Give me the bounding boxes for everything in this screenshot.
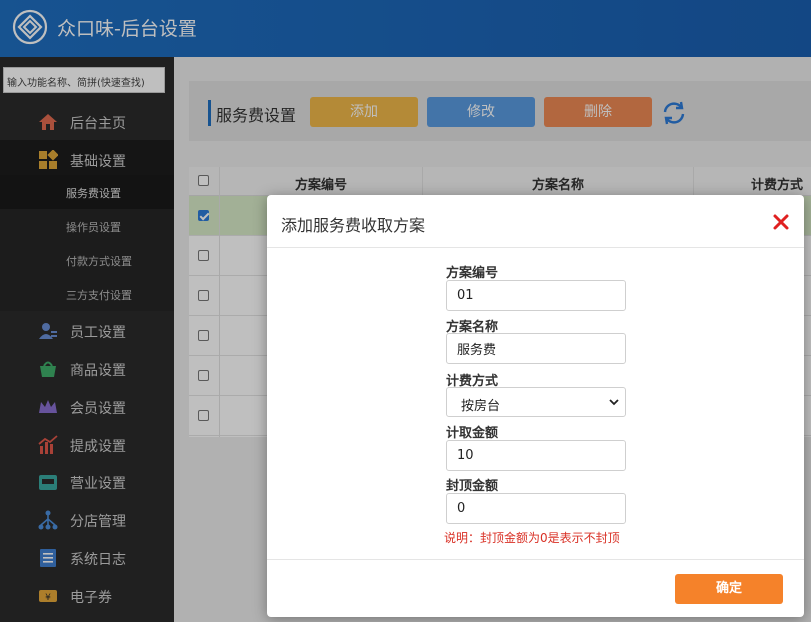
confirm-button[interactable]: 确定 xyxy=(675,574,783,604)
field-label: 封顶金额 xyxy=(446,479,499,494)
field-label: 方案编号 xyxy=(446,266,499,281)
scheme-name-field[interactable] xyxy=(446,333,626,364)
cap-amount-field[interactable] xyxy=(446,493,626,524)
charge-amount-field[interactable] xyxy=(446,440,626,471)
scheme-code-field[interactable] xyxy=(446,280,626,311)
dialog-footer-divider xyxy=(267,559,804,560)
add-scheme-dialog: 添加服务费收取方案 方案编号 方案名称 计费方式 按房台 计取金额 封顶金额 说… xyxy=(267,195,804,617)
dialog-header: 添加服务费收取方案 xyxy=(267,195,804,248)
field-label: 计取金额 xyxy=(446,426,499,441)
cap-note: 说明：封顶金额为0是表示不封顶 xyxy=(444,531,620,545)
billing-method-select[interactable]: 按房台 xyxy=(446,387,626,417)
select-value: 按房台 xyxy=(461,399,501,414)
dialog-title: 添加服务费收取方案 xyxy=(281,216,426,235)
chevron-down-icon xyxy=(609,399,619,406)
close-icon[interactable] xyxy=(772,213,790,231)
